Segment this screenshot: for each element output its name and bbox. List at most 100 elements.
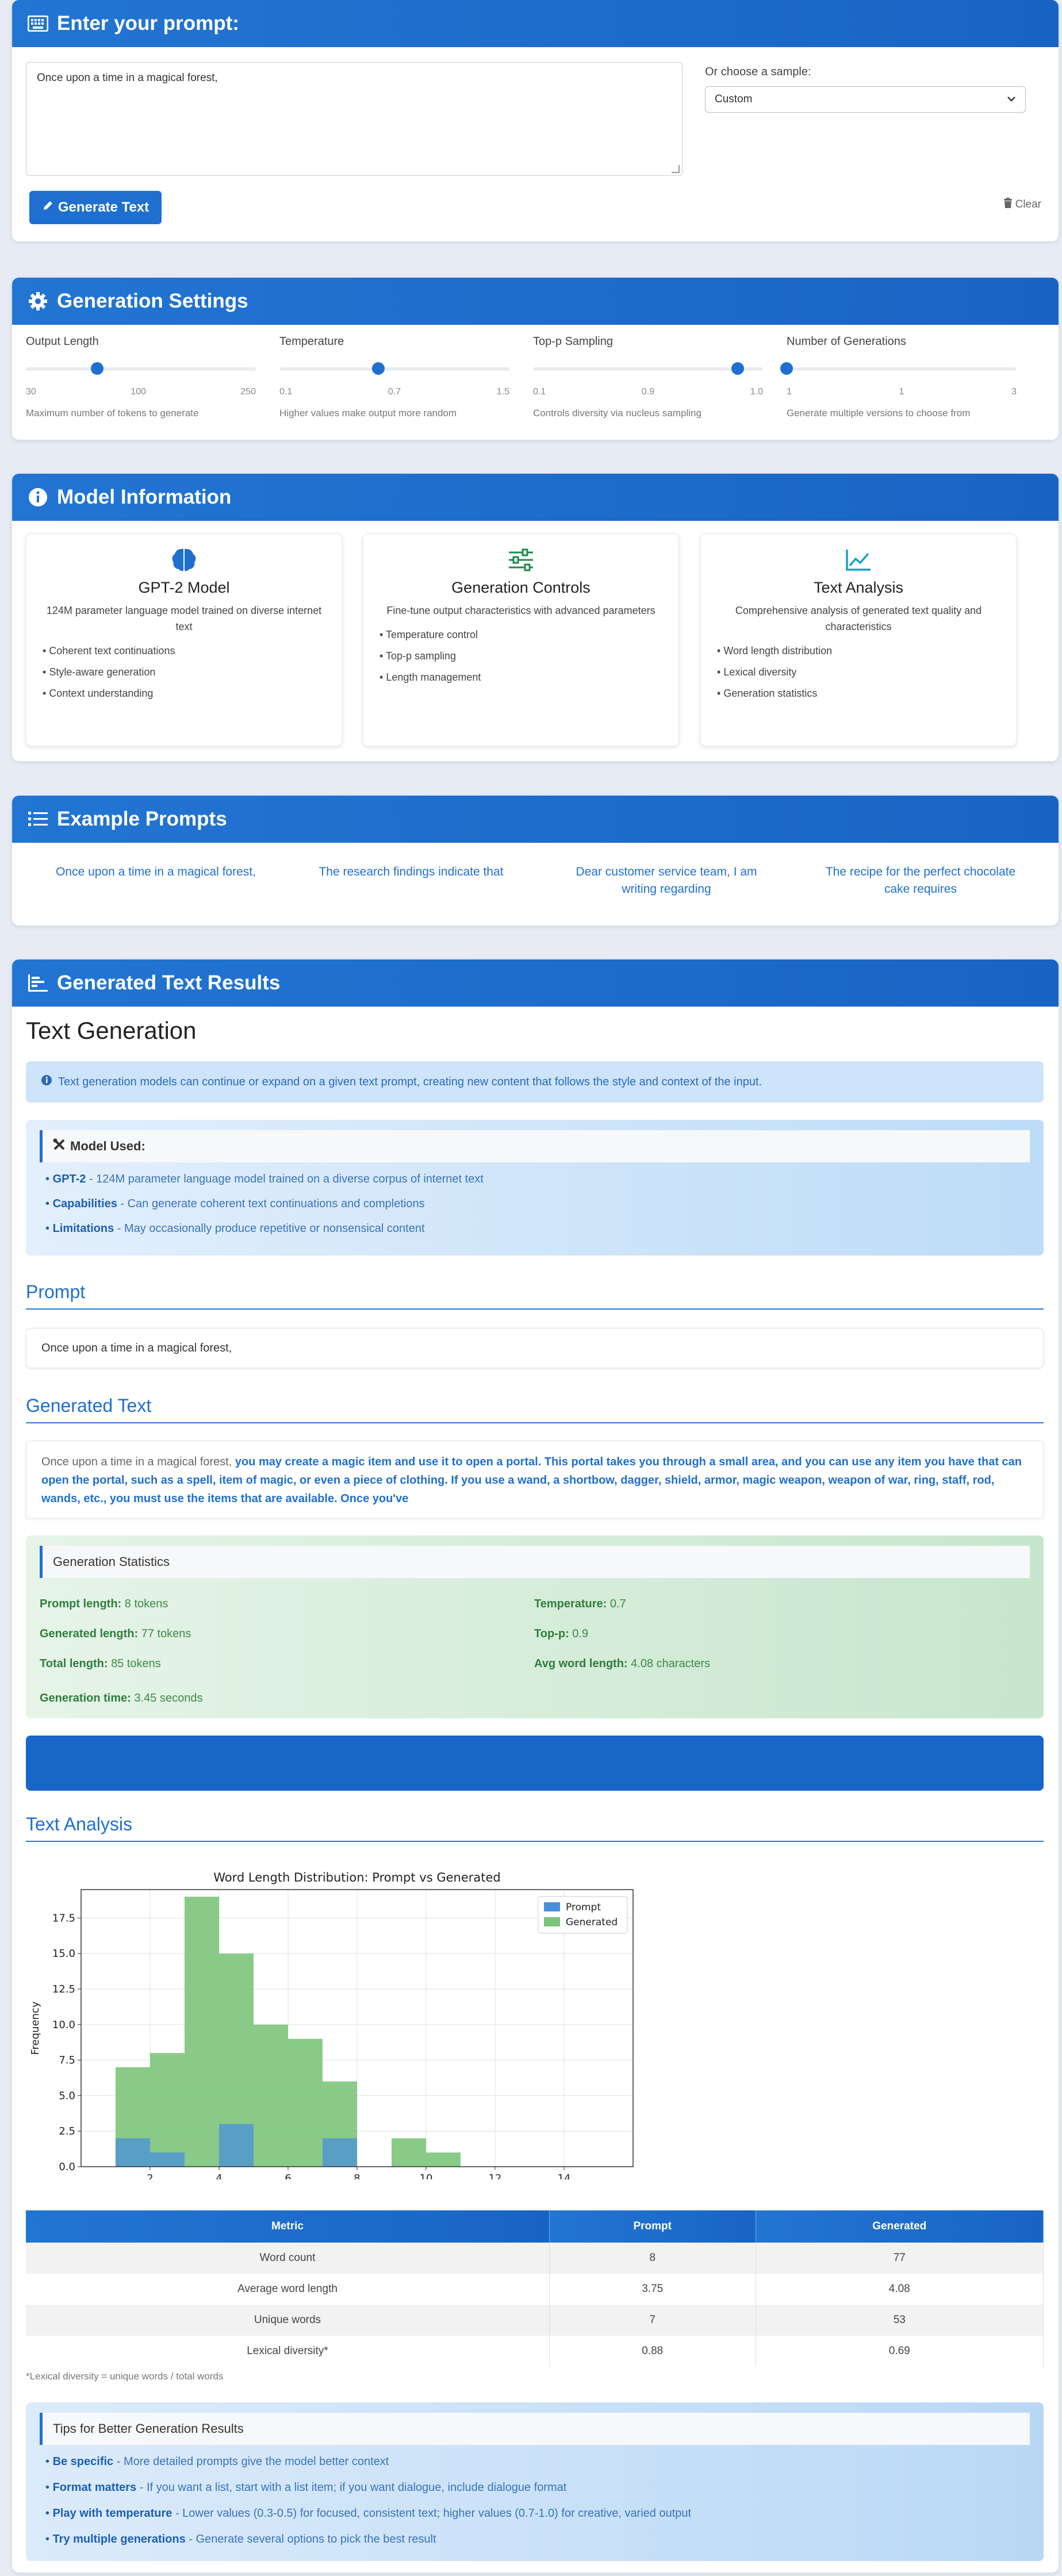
table-cell: Average word length [26,2274,550,2305]
list-item: Format matters - If you want a list, sta… [45,2481,1030,2494]
slider-thumb[interactable] [372,362,385,375]
action-bar[interactable] [26,1736,1044,1791]
bar-prompt [150,2152,185,2167]
model-info-card: Model Information GPT-2 Model 124M parame… [12,474,1059,761]
table-row: Lexical diversity* 0.88 0.69 [26,2336,1044,2367]
tips-box: Tips for Better Generation Results Be sp… [26,2402,1044,2561]
model-used-title: Model Used: [70,1139,145,1153]
example-prompt-link[interactable]: Dear customer service team, I am writing… [557,863,776,898]
slider-thumb[interactable] [780,362,793,375]
y-tick-label: 10.0 [52,2019,75,2031]
setting-hint: Maximum number of tokens to generate [26,408,199,419]
brain-icon [43,546,325,574]
table-cell: 7 [549,2305,756,2336]
model-used-subheading: Model Used: [40,1130,1030,1162]
slider-tick-max: 1.0 [750,387,763,397]
table-cell: Unique words [26,2305,550,2336]
lexical-diversity-footnote: *Lexical diversity = unique words / tota… [26,2371,224,2382]
stat-value: 0.9 [572,1627,589,1640]
setting-hint: Generate multiple versions to choose fro… [787,408,971,419]
model-info-card-desc: Comprehensive analysis of generated text… [735,605,982,632]
legend-swatch [544,1917,560,1926]
table-header-cell: Generated [756,2210,1044,2243]
prompt-textarea[interactable]: Once upon a time in a magical forest, [26,62,683,176]
setting-3: Number of Generations 1 1 3 Generate multipl… [780,335,1017,419]
tools-icon [53,1138,66,1154]
table-header-cell: Prompt [549,2210,756,2243]
model-used-list: GPT-2 - 124M parameter language model tr… [45,1173,1030,1235]
bar-prompt [219,2124,254,2167]
slider-thumb[interactable] [731,362,744,375]
generated-text-box: Once upon a time in a magical forest, yo… [26,1441,1044,1519]
example-prompt-link[interactable]: The research findings indicate that [302,863,520,881]
example-prompts-card: Example Prompts Once upon a time in a ma… [12,796,1059,926]
slider-ticks: 1 1 3 [787,387,1017,397]
example-prompt-link[interactable]: The recipe for the perfect chocolate cak… [811,863,1030,898]
model-info-card-desc: Fine-tune output characteristics with ad… [386,605,655,616]
gear-icon [27,290,49,312]
stat-label: Temperature: [534,1598,607,1610]
generate-text-button[interactable]: Generate Text [29,191,162,224]
chart-title: Word Length Distribution: Prompt vs Gene… [213,1871,501,1884]
y-tick-label: 12.5 [52,1983,75,1995]
legend-label: Generated [566,1917,618,1928]
info-circle-icon [27,486,49,508]
model-info-card-0: GPT-2 Model 124M parameter language model… [26,533,342,746]
slider-track[interactable] [533,362,763,375]
table-cell: 4.08 [756,2274,1044,2305]
slider-ticks: 0.1 0.9 1.0 [533,387,763,397]
list-item: Play with temperature - Lower values (0.… [45,2507,1030,2520]
stat-value: 85 tokens [111,1657,161,1670]
table-cell: 8 [549,2243,756,2274]
table-header-cell: Metric [26,2210,550,2243]
text-analysis-heading: Text Analysis [26,1814,1044,1842]
clear-button[interactable]: Clear [1003,198,1041,212]
results-header: Generated Text Results [12,959,1059,1007]
stat-generation-time: Generation time: 3.45 seconds [40,1692,202,1705]
table-row: Unique words 7 53 [26,2305,1044,2336]
sample-select[interactable]: Custom [705,86,1026,113]
y-tick-label: 7.5 [59,2055,75,2067]
setting-label: Top-p Sampling [533,335,613,348]
example-prompts-title: Example Prompts [57,808,227,830]
stat-value: 4.08 characters [631,1657,710,1670]
x-tick-label: 2 [147,2172,153,2179]
slider-tick-min: 30 [26,387,36,397]
list-item: Limitations - May occasionally produce r… [45,1222,1030,1235]
slider-tick-min: 0.1 [279,387,293,397]
stat-label: Avg word length: [534,1657,628,1670]
sample-select-value: Custom [715,93,753,105]
legend-swatch [544,1902,560,1911]
model-info-title: Model Information [57,486,232,508]
settings-card-header: Generation Settings [12,278,1059,325]
info-circle-icon [41,1074,52,1089]
x-tick-label: 10 [420,2172,433,2179]
list-item-label: GPT-2 [52,1173,86,1185]
slider-track[interactable] [26,362,256,375]
slider-ticks: 30 100 250 [26,387,256,397]
list-item-label: Be specific [52,2455,114,2468]
model-info-card-title: GPT-2 Model [138,579,230,596]
stat-value: 8 tokens [124,1598,168,1610]
bar-prompt [323,2138,357,2167]
setting-label: Temperature [279,335,344,348]
table-cell: 3.75 [549,2274,756,2305]
results-title: Generated Text Results [57,972,281,994]
slider-track[interactable] [780,362,1017,375]
stat-prompt-length: Prompt length: 8 tokens [40,1598,168,1611]
generated-prompt-part: Once upon a time in a magical forest, [41,1456,232,1468]
prompt-textarea-value: Once upon a time in a magical forest, [37,72,218,84]
info-alert-text: Text generation models can continue or e… [58,1075,762,1088]
slider-track[interactable] [279,362,509,375]
resize-handle[interactable] [672,165,680,173]
x-tick-label: 12 [489,2172,502,2179]
feature-item: Word length distribution [717,645,1000,657]
word-length-chart: 2 4 6 8 10 12 14 0.0 2.5 5.0 7.5 10.0 12.5 15.0 17.5 Wo… [29,1871,634,2179]
sample-select-label: Or choose a sample: [705,66,811,78]
table-header-row: Metric Prompt Generated [26,2210,1044,2243]
stat-label: Top-p: [534,1627,569,1640]
slider-thumb[interactable] [91,362,103,375]
prompt-card-header: Enter your prompt: [12,0,1059,47]
slider-tick-max: 250 [240,387,256,397]
example-prompt-link[interactable]: Once upon a time in a magical forest, [47,863,265,881]
